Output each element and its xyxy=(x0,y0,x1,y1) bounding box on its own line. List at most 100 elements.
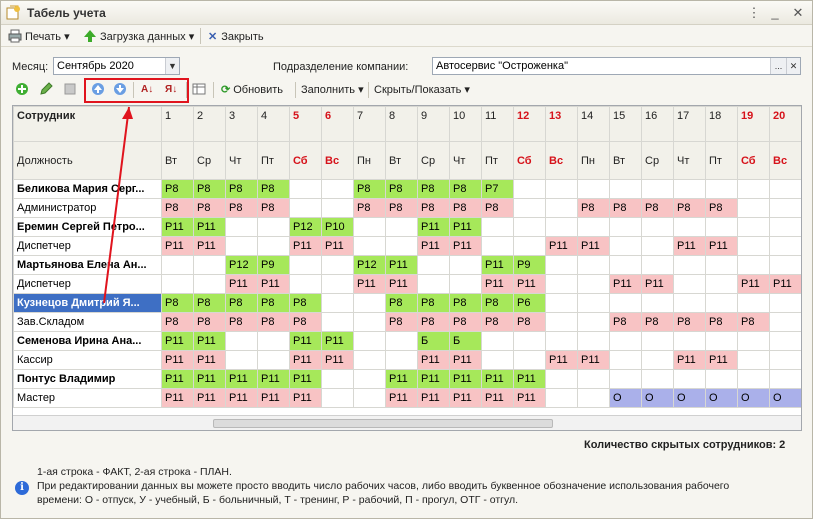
fact-cell[interactable]: Р8 xyxy=(385,179,418,199)
ellipsis-button[interactable]: ... xyxy=(770,58,786,74)
plan-cell[interactable] xyxy=(513,236,546,256)
fact-cell[interactable]: Р8 xyxy=(257,293,290,313)
fact-cell[interactable] xyxy=(257,217,290,237)
employee-fact-row[interactable]: Кузнецов Дмитрий Я... Р8 Р8 Р8 Р8 Р8 Р8 Р8 Р8 Р8 Р… xyxy=(13,293,801,313)
plan-cell[interactable]: Р11 xyxy=(385,388,418,408)
fact-cell[interactable] xyxy=(673,369,706,389)
fact-cell[interactable] xyxy=(641,293,674,313)
employee-fact-row[interactable]: Мартьянова Елена Ан... Р12 Р9 Р12 Р11 Р11 Р9 xyxy=(13,255,801,275)
fact-cell[interactable] xyxy=(705,179,738,199)
plan-cell[interactable] xyxy=(225,236,258,256)
fact-cell[interactable]: Р8 xyxy=(417,293,450,313)
fact-cell[interactable] xyxy=(353,293,386,313)
plan-cell[interactable] xyxy=(321,198,354,218)
print-button[interactable]: Печать ▾ xyxy=(8,29,70,45)
plan-cell[interactable] xyxy=(289,274,322,294)
fact-cell[interactable] xyxy=(353,217,386,237)
fact-cell[interactable] xyxy=(737,179,770,199)
fact-cell[interactable] xyxy=(481,217,514,237)
fact-cell[interactable] xyxy=(769,217,801,237)
fact-cell[interactable] xyxy=(385,331,418,351)
plan-cell[interactable]: Р11 xyxy=(161,388,194,408)
employee-position[interactable]: Диспетчер xyxy=(13,236,162,256)
scrollbar-thumb[interactable] xyxy=(213,419,553,428)
employee-plan-row[interactable]: Кассир Р11 Р11 Р11 Р11 Р11 Р11 Р11 Р11 Р11 Р11 xyxy=(13,350,801,370)
plan-cell[interactable] xyxy=(353,312,386,332)
timesheet-grid[interactable]: Сотрудник 1 2 3 4 5 6 7 8 9 10 11 12 13 14 15 16 17 18 19 20… xyxy=(12,105,802,431)
plan-cell[interactable]: О xyxy=(673,388,706,408)
fact-cell[interactable] xyxy=(289,255,322,275)
plan-cell[interactable]: Р8 xyxy=(225,198,258,218)
fact-cell[interactable]: Р11 xyxy=(481,255,514,275)
fact-cell[interactable]: Р11 xyxy=(193,331,226,351)
employee-position[interactable]: Администратор xyxy=(13,198,162,218)
employee-name[interactable]: Мартьянова Елена Ан... xyxy=(13,255,162,275)
fact-cell[interactable]: Р6 xyxy=(513,293,546,313)
plan-cell[interactable]: Р8 xyxy=(609,312,642,332)
fact-cell[interactable]: Р11 xyxy=(481,369,514,389)
plan-cell[interactable]: Р8 xyxy=(289,312,322,332)
plan-cell[interactable]: Р11 xyxy=(193,236,226,256)
employee-position[interactable]: Зав.Складом xyxy=(13,312,162,332)
plan-cell[interactable]: Р11 xyxy=(577,236,610,256)
plan-cell[interactable] xyxy=(353,236,386,256)
plan-cell[interactable]: Р11 xyxy=(545,350,578,370)
fact-cell[interactable] xyxy=(321,369,354,389)
plan-cell[interactable] xyxy=(161,274,194,294)
plan-cell[interactable]: Р11 xyxy=(257,274,290,294)
fact-cell[interactable] xyxy=(257,331,290,351)
plan-cell[interactable]: Р8 xyxy=(353,198,386,218)
plan-cell[interactable]: Р11 xyxy=(321,350,354,370)
fact-cell[interactable]: Р11 xyxy=(161,369,194,389)
plan-cell[interactable]: Р11 xyxy=(641,274,674,294)
month-field[interactable]: Сентябрь 2020 ▼ xyxy=(53,57,180,75)
plan-cell[interactable] xyxy=(321,312,354,332)
plan-cell[interactable]: Р11 xyxy=(769,274,801,294)
plan-cell[interactable] xyxy=(769,312,801,332)
plan-cell[interactable]: Р8 xyxy=(577,198,610,218)
plan-cell[interactable] xyxy=(385,350,418,370)
plan-cell[interactable]: Р11 xyxy=(385,274,418,294)
fact-cell[interactable]: Р9 xyxy=(257,255,290,275)
plan-cell[interactable]: О xyxy=(737,388,770,408)
fact-cell[interactable] xyxy=(513,217,546,237)
fact-cell[interactable]: Р11 xyxy=(385,255,418,275)
fact-cell[interactable] xyxy=(545,293,578,313)
chevron-down-icon[interactable]: ▼ xyxy=(165,58,179,74)
plan-cell[interactable] xyxy=(577,388,610,408)
employee-plan-row[interactable]: Мастер Р11 Р11 Р11 Р11 Р11 Р11 Р11 Р11 Р11 Р11 О О О О… xyxy=(13,388,801,408)
plan-cell[interactable]: Р8 xyxy=(481,198,514,218)
fact-cell[interactable]: Р8 xyxy=(161,293,194,313)
fact-cell[interactable] xyxy=(193,255,226,275)
plan-cell[interactable]: Р8 xyxy=(737,312,770,332)
plan-cell[interactable]: Р11 xyxy=(673,236,706,256)
fact-cell[interactable]: Р11 xyxy=(257,369,290,389)
plan-cell[interactable] xyxy=(545,198,578,218)
plan-cell[interactable]: Р11 xyxy=(225,388,258,408)
fact-cell[interactable] xyxy=(641,255,674,275)
plan-cell[interactable]: Р8 xyxy=(225,312,258,332)
employee-name[interactable]: Еремин Сергей Петро... xyxy=(13,217,162,237)
plan-cell[interactable]: Р8 xyxy=(673,198,706,218)
plan-cell[interactable]: Р8 xyxy=(705,198,738,218)
fact-cell[interactable] xyxy=(481,331,514,351)
fact-cell[interactable] xyxy=(641,331,674,351)
fact-cell[interactable] xyxy=(737,255,770,275)
employee-plan-row[interactable]: Диспетчер Р11 Р11 Р11 Р11 Р11 Р11 Р11 Р11 Р11 Р11 xyxy=(13,236,801,256)
fact-cell[interactable]: Р11 xyxy=(513,369,546,389)
plan-cell[interactable] xyxy=(353,350,386,370)
plan-cell[interactable] xyxy=(225,350,258,370)
horizontal-scrollbar[interactable] xyxy=(13,415,801,430)
edit-icon[interactable] xyxy=(39,82,56,98)
fact-cell[interactable]: Р11 xyxy=(321,331,354,351)
plan-cell[interactable] xyxy=(449,274,482,294)
close-window-button[interactable]: ✕ xyxy=(789,5,807,21)
employee-position[interactable]: Мастер xyxy=(13,388,162,408)
plan-cell[interactable]: Р8 xyxy=(609,198,642,218)
fact-cell[interactable] xyxy=(321,293,354,313)
close-button[interactable]: ✕ Закрыть xyxy=(208,29,264,45)
plan-cell[interactable]: Р11 xyxy=(513,274,546,294)
employee-fact-row[interactable]: Беликова Мария Серг... Р8 Р8 Р8 Р8 Р8 Р8 Р8 Р8 Р7 xyxy=(13,179,801,199)
fact-cell[interactable] xyxy=(225,331,258,351)
employee-position[interactable]: Кассир xyxy=(13,350,162,370)
